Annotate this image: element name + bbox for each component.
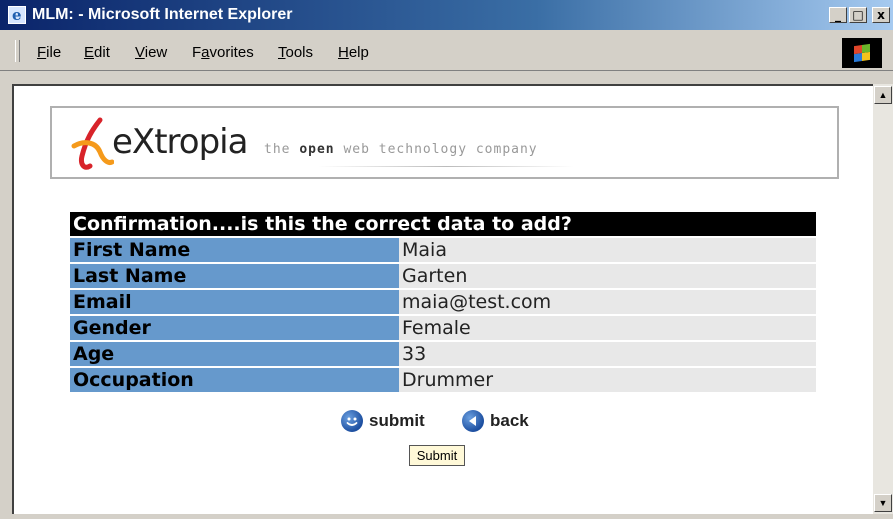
minimize-button[interactable]: _ [829,7,847,23]
tagline: the open web technology company [264,142,538,157]
back-link[interactable]: back [462,410,529,432]
field-value: 33 [399,342,816,366]
table-row: First Name Maia [70,238,816,262]
table-row: Last Name Garten [70,264,816,288]
menu-file[interactable]: File [37,44,61,61]
close-button[interactable]: x [872,7,890,23]
menu-bar: File Edit View Favorites Tools Help [0,30,893,71]
confirmation-heading: Confirmation....is this the correct data… [70,212,816,236]
submit-button[interactable]: Submit [409,445,465,466]
scroll-down-icon[interactable]: ▼ [874,494,892,512]
field-value: maia@test.com [399,290,816,314]
extropia-logo-icon [71,117,114,170]
menu-tools[interactable]: Tools [278,44,313,61]
table-row: Gender Female [70,316,816,340]
menu-help[interactable]: Help [338,44,369,61]
field-value: Maia [399,238,816,262]
back-link-label: back [490,411,529,430]
table-row: Occupation Drummer [70,368,816,392]
smiley-icon [341,410,363,432]
confirmation-table: Confirmation....is this the correct data… [70,210,816,394]
field-label: Email [70,290,399,314]
windows-flag-icon [854,43,870,63]
toolbar-grip[interactable] [15,40,20,62]
field-value: Female [399,316,816,340]
menu-view[interactable]: View [135,44,167,61]
maximize-button[interactable]: □ [849,7,867,23]
extropia-banner: eXtropia the open web technology company [50,106,839,179]
field-label: Gender [70,316,399,340]
menu-edit[interactable]: Edit [84,44,110,61]
field-value: Drummer [399,368,816,392]
submit-link-label: submit [369,411,425,430]
scroll-up-icon[interactable]: ▲ [874,86,892,104]
table-header-row: Confirmation....is this the correct data… [70,212,816,236]
vertical-scrollbar[interactable]: ▲ ▼ [873,84,893,514]
field-value: Garten [399,264,816,288]
logo-wordmark: eXtropia [112,122,248,162]
field-label: First Name [70,238,399,262]
field-label: Age [70,342,399,366]
windows-logo-throbber [842,38,882,68]
submit-link[interactable]: submit [341,410,425,432]
tagline-rule [318,166,574,167]
ie-icon[interactable]: e [8,6,26,24]
menu-favorites[interactable]: Favorites [192,44,254,61]
field-label: Last Name [70,264,399,288]
window-title: MLM: - Microsoft Internet Explorer [32,6,293,23]
table-row: Email maia@test.com [70,290,816,314]
field-label: Occupation [70,368,399,392]
title-bar: e MLM: - Microsoft Internet Explorer _ □… [0,0,893,30]
table-row: Age 33 [70,342,816,366]
back-arrow-icon [462,410,484,432]
